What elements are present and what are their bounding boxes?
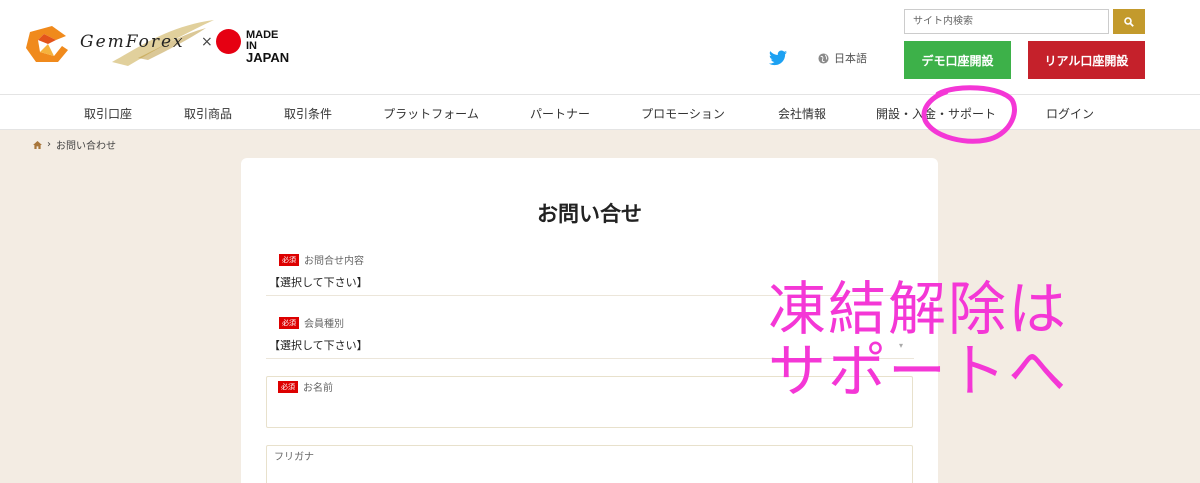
member-type-label: 必須 会員種別 — [279, 315, 344, 330]
search-button[interactable] — [1113, 9, 1145, 34]
logo-times-sign: × — [201, 34, 213, 50]
site-header: GemForex × MADE IN JAPAN 日本語 デモ口座開設 リアル口… — [0, 0, 1200, 94]
nav-item-trading-conditions[interactable]: 取引条件 — [284, 105, 332, 122]
name-label-text: お名前 — [303, 383, 333, 394]
language-selector[interactable]: 日本語 — [818, 50, 867, 66]
annotation-note: 凍結解除は サポートへ — [768, 278, 1098, 402]
highlight-circle-annotation — [921, 85, 1017, 144]
member-type-select[interactable]: 【選択して下さい】 — [269, 337, 368, 353]
japan-text: JAPAN — [246, 50, 290, 65]
page-title: お問い合せ — [537, 202, 642, 226]
twitter-icon[interactable] — [769, 50, 787, 66]
gemforex-g-mark-icon — [26, 26, 68, 62]
made-in-text: MADE IN — [246, 29, 279, 52]
required-badge: 必須 — [278, 380, 298, 393]
search-icon — [1124, 16, 1134, 27]
breadcrumb-current: お問い合わせ — [56, 141, 116, 152]
made-in-japan-label: MADE IN JAPAN — [246, 30, 289, 65]
annotation-line-2: サポートへ — [768, 337, 1069, 405]
annotation-line-1: 凍結解除は — [768, 275, 1069, 343]
inquiry-type-select[interactable]: 【選択して下さい】 — [269, 274, 368, 290]
nav-item-trading-accounts[interactable]: 取引口座 — [84, 105, 132, 122]
required-badge: 必須 — [279, 253, 299, 266]
main-navigation: 取引口座 取引商品 取引条件 プラットフォーム パートナー プロモーション 会社… — [0, 94, 1200, 130]
nav-item-company-info[interactable]: 会社情報 — [778, 105, 826, 122]
demo-account-button[interactable]: デモ口座開設 — [904, 41, 1011, 79]
home-icon[interactable] — [33, 140, 42, 149]
site-search-input[interactable] — [904, 9, 1109, 34]
nav-item-platform[interactable]: プラットフォーム — [383, 105, 479, 122]
japan-flag-dot — [216, 29, 241, 54]
breadcrumb-separator: › — [47, 139, 51, 150]
required-badge: 必須 — [279, 316, 299, 329]
globe-icon — [818, 52, 829, 64]
furigana-label-text: フリガナ — [274, 452, 314, 463]
real-account-button[interactable]: リアル口座開設 — [1028, 41, 1145, 79]
nav-item-promotion[interactable]: プロモーション — [641, 105, 725, 122]
member-type-label-text: 会員種別 — [304, 319, 344, 330]
nav-item-trading-products[interactable]: 取引商品 — [184, 105, 232, 122]
logo-wordmark: GemForex — [80, 32, 185, 52]
furigana-field[interactable]: フリガナ — [266, 445, 913, 483]
nav-item-partner[interactable]: パートナー — [530, 105, 590, 122]
nav-item-login[interactable]: ログイン — [1046, 105, 1094, 122]
furigana-label: フリガナ — [274, 448, 314, 463]
inquiry-type-label-text: お問合せ内容 — [304, 256, 364, 267]
inquiry-type-label: 必須 お問合せ内容 — [279, 252, 364, 267]
breadcrumb: › お問い合わせ — [33, 137, 116, 152]
name-label: 必須 お名前 — [278, 379, 333, 394]
language-label: 日本語 — [834, 52, 867, 65]
